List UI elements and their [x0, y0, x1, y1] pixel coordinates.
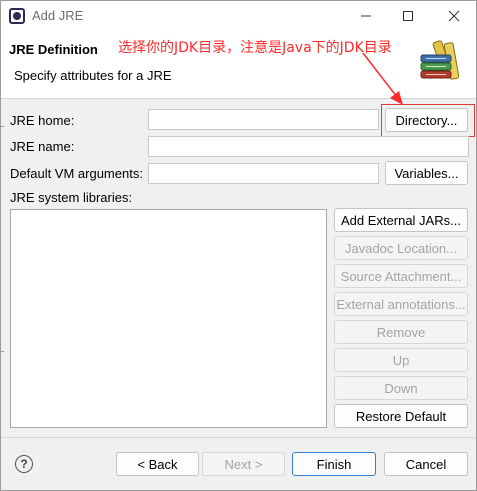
jre-name-input[interactable]	[148, 136, 469, 157]
directory-highlight-box	[381, 104, 475, 137]
remove-button[interactable]: Remove	[334, 320, 468, 344]
edge-mark	[0, 351, 4, 352]
jre-system-libraries-label: JRE system libraries:	[10, 190, 133, 205]
variables-button[interactable]: Variables...	[385, 161, 468, 185]
javadoc-location-button[interactable]: Javadoc Location...	[334, 236, 468, 260]
next-button[interactable]: Next >	[202, 452, 285, 476]
footer-separator	[1, 437, 476, 438]
jre-name-label: JRE name:	[10, 139, 75, 154]
jre-home-input[interactable]	[148, 109, 379, 130]
back-button[interactable]: < Back	[116, 452, 199, 476]
jre-libraries-list[interactable]	[10, 209, 327, 428]
finish-button[interactable]: Finish	[292, 452, 376, 476]
source-attachment-button[interactable]: Source Attachment...	[334, 264, 468, 288]
restore-default-button[interactable]: Restore Default	[334, 404, 468, 428]
jre-home-label: JRE home:	[10, 113, 75, 128]
add-external-jars-button[interactable]: Add External JARs...	[334, 208, 468, 232]
add-jre-dialog: Add JRE JRE Definition Specify attribute…	[0, 0, 477, 491]
edge-mark	[0, 126, 4, 127]
up-button[interactable]: Up	[334, 348, 468, 372]
vm-args-label: Default VM arguments:	[10, 166, 143, 181]
vm-args-input[interactable]	[148, 163, 379, 184]
cancel-button[interactable]: Cancel	[384, 452, 468, 476]
down-button[interactable]: Down	[334, 376, 468, 400]
external-annotations-button[interactable]: External annotations...	[334, 292, 468, 316]
help-icon[interactable]: ?	[15, 455, 33, 473]
